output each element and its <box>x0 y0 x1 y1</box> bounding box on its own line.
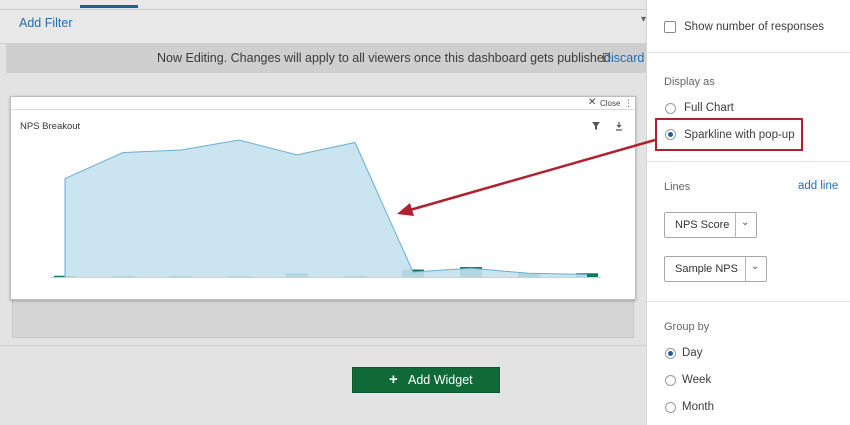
editing-banner: Now Editing. Changes will apply to all v… <box>6 44 646 73</box>
sample-nps-dropdown[interactable]: Sample NPS ⌄ <box>664 256 767 282</box>
week-label: Week <box>682 374 712 386</box>
discard-link[interactable]: Discard <box>602 51 644 65</box>
settings-panel: Show number of responses Display as Full… <box>646 0 850 425</box>
show-responses-label: Show number of responses <box>684 21 824 33</box>
show-responses-checkbox[interactable] <box>664 21 676 33</box>
section-divider <box>0 345 646 346</box>
add-filter-link[interactable]: Add Filter <box>19 16 73 30</box>
active-tab-indicator <box>80 5 138 8</box>
toolbar-divider <box>0 9 646 10</box>
panel-divider <box>647 161 850 162</box>
add-widget-button[interactable]: + Add Widget <box>352 367 500 393</box>
radio-day[interactable] <box>665 348 676 359</box>
panel-divider <box>647 301 850 302</box>
dropdown-separator <box>735 213 736 237</box>
radio-full-chart[interactable] <box>665 103 676 114</box>
sample-nps-label: Sample NPS <box>675 263 738 275</box>
add-widget-label: Add Widget <box>408 373 473 387</box>
day-label: Day <box>682 347 703 359</box>
radio-week[interactable] <box>665 375 676 386</box>
lines-title: Lines <box>664 181 691 193</box>
group-by-title: Group by <box>664 321 710 333</box>
panel-divider <box>647 52 850 53</box>
add-line-link[interactable]: add line <box>798 180 838 192</box>
plus-icon: + <box>389 371 398 388</box>
dashboard-toolbar: Add Filter ▾ <box>0 0 646 44</box>
month-label: Month <box>682 401 714 413</box>
chart-area <box>65 140 587 277</box>
chevron-down-icon: ⌄ <box>741 217 750 228</box>
radio-month[interactable] <box>665 402 676 413</box>
nps-score-dropdown[interactable]: NPS Score ⌄ <box>664 212 757 238</box>
annotation-highlight-box <box>655 118 803 151</box>
editing-message: Now Editing. Changes will apply to all v… <box>157 51 615 65</box>
background-widget <box>12 296 634 338</box>
nps-score-label: NPS Score <box>675 219 730 231</box>
display-as-title: Display as <box>664 76 715 88</box>
dropdown-separator <box>745 257 746 281</box>
sparkline-popup: ✕ Close ⋮ NPS Breakout <box>10 96 636 300</box>
full-chart-label: Full Chart <box>684 102 734 114</box>
nps-chart <box>51 139 601 278</box>
chevron-down-icon: ⌄ <box>751 261 760 272</box>
